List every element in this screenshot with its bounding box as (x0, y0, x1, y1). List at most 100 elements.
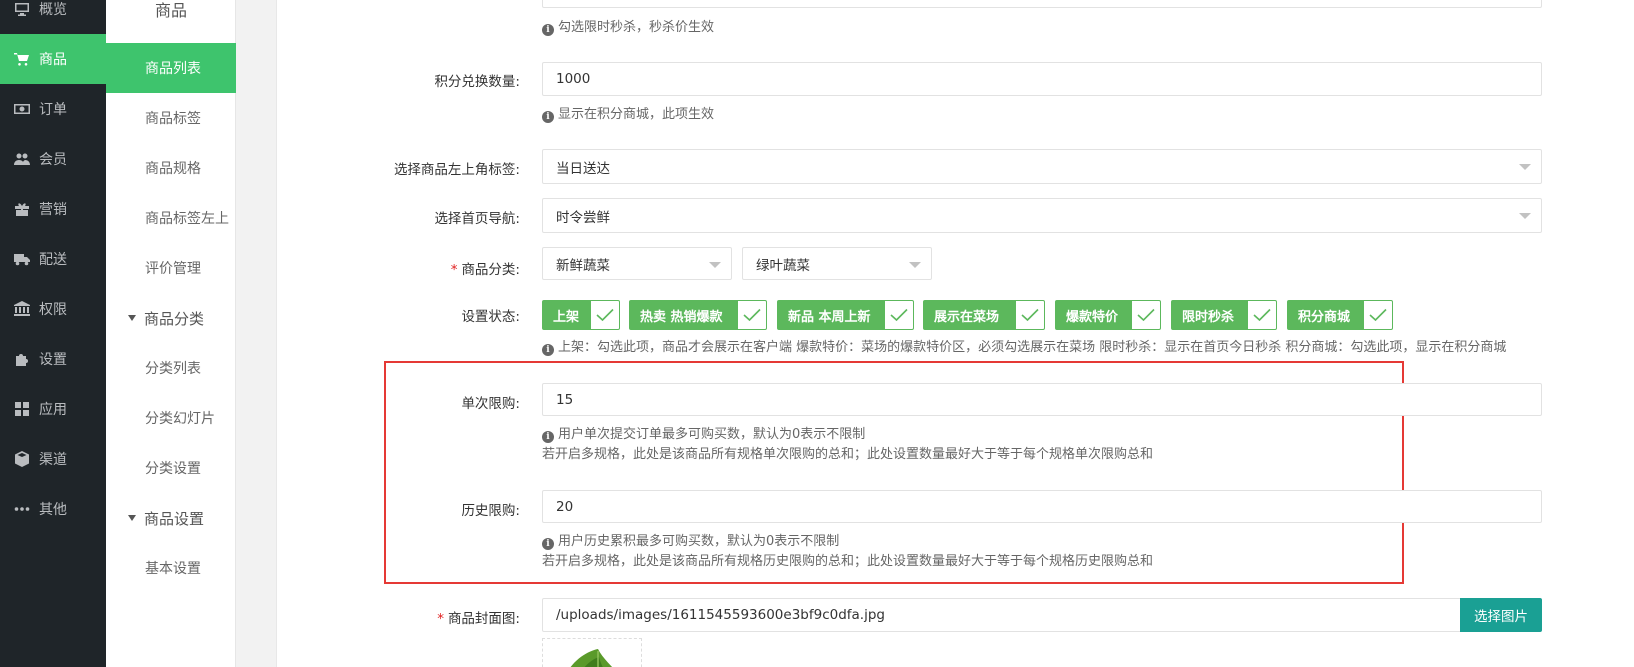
sidebar-item-marketing[interactable]: 营销 (0, 184, 106, 234)
points-input[interactable]: 1000 (542, 62, 1542, 96)
home-nav-value: 时令尝鲜 (556, 209, 610, 226)
status-tag[interactable]: 新品 本周上新 (777, 300, 914, 330)
vegetable-image-icon (570, 649, 613, 667)
info-icon: i (542, 344, 554, 356)
chevron-down-icon (909, 262, 921, 268)
sidebar-item-label: 营销 (39, 202, 67, 218)
info-icon: i (542, 431, 554, 443)
sidebar-item-channels[interactable]: 渠道 (0, 434, 106, 484)
apps-icon (13, 400, 31, 418)
sidebar-item-goods[interactable]: 商品 (0, 34, 106, 84)
sidebar-item-label: 设置 (39, 352, 67, 368)
single-limit-help-2: 若开启多规格，此处是该商品所有规格单次限购的总和；此处设置数量最好大于等于每个规… (542, 447, 1154, 462)
category-first-select[interactable]: 新鲜蔬菜 (542, 247, 732, 280)
cube-icon (13, 450, 31, 468)
status-tag-label: 展示在菜场 (924, 301, 1016, 329)
chevron-down-icon (709, 262, 721, 268)
submenu-item-category-slides[interactable]: 分类幻灯片 (106, 393, 236, 443)
truck-icon (13, 250, 31, 268)
users-icon (13, 150, 31, 168)
cover-path-input[interactable]: /uploads/images/1611545593600e3bf9c0dfa.… (542, 598, 1462, 632)
gift-icon (13, 200, 31, 218)
submenu-item-category-settings[interactable]: 分类设置 (106, 443, 236, 493)
submenu-item-basic-settings[interactable]: 基本设置 (106, 543, 236, 593)
checkmark-icon (885, 301, 913, 329)
caret-down-icon (128, 515, 136, 521)
caret-down-icon (128, 315, 136, 321)
sidebar-item-delivery[interactable]: 配送 (0, 234, 106, 284)
submenu-item-tag-topleft[interactable]: 商品标签左上 (106, 193, 236, 243)
history-limit-help-2: 若开启多规格，此处是该商品所有规格历史限购的总和；此处设置数量最好大于等于每个规… (542, 554, 1154, 569)
sidebar-item-permissions[interactable]: 权限 (0, 284, 106, 334)
status-tag-label: 新品 本周上新 (778, 301, 885, 329)
checkmark-icon (1132, 301, 1160, 329)
status-tag[interactable]: 展示在菜场 (923, 300, 1045, 330)
history-limit-label: 历史限购: (461, 503, 520, 519)
category-first-value: 新鲜蔬菜 (556, 257, 610, 274)
status-tag[interactable]: 积分商城 (1287, 300, 1393, 330)
cover-thumbnail[interactable] (542, 638, 642, 667)
sidebar-item-other[interactable]: 其他 (0, 484, 106, 534)
status-tag[interactable]: 热卖 热销爆款 (629, 300, 767, 330)
sidebar-item-settings[interactable]: 设置 (0, 334, 106, 384)
sidebar-item-label: 其他 (39, 502, 67, 518)
checkmark-icon (1016, 301, 1044, 329)
checkmark-icon (738, 301, 766, 329)
sidebar-item-label: 渠道 (39, 452, 67, 468)
category-label: * 商品分类: (450, 262, 520, 278)
status-tag-label: 限时秒杀 (1172, 301, 1248, 329)
submenu-item-goods-specs[interactable]: 商品规格 (106, 143, 236, 193)
submenu-item-goods-tags[interactable]: 商品标签 (106, 93, 236, 143)
single-limit-input[interactable]: 15 (542, 383, 1542, 416)
sidebar-item-label: 配送 (39, 252, 67, 268)
main-sidebar: 概览 商品 订单 会员 营销 配送 权限 设置 应用 渠道 其他 (0, 0, 106, 667)
chevron-down-icon (1519, 164, 1531, 170)
flash-help: i 勾选限时秒杀，秒杀价生效 (542, 18, 714, 38)
corner-tag-label: 选择商品左上角标签: (393, 162, 520, 178)
sidebar-item-label: 会员 (39, 152, 67, 168)
category-second-value: 绿叶蔬菜 (756, 257, 810, 274)
single-limit-help: i 用户单次提交订单最多可购买数，默认为0表示不限制 (542, 425, 865, 445)
submenu-title: 商品 (154, 1, 187, 20)
checkmark-icon (1364, 301, 1392, 329)
sidebar-item-overview[interactable]: 概览 (0, 0, 106, 34)
sidebar-item-members[interactable]: 会员 (0, 134, 106, 184)
submenu-group-label: 商品分类 (144, 309, 205, 328)
info-icon: i (542, 24, 554, 36)
info-icon: i (542, 111, 554, 123)
monitor-icon (13, 0, 31, 18)
money-icon (13, 100, 31, 118)
submenu-group-settings[interactable]: 商品设置 (106, 493, 236, 543)
home-nav-select[interactable]: 时令尝鲜 (542, 198, 1542, 233)
category-second-select[interactable]: 绿叶蔬菜 (742, 247, 932, 280)
sidebar-item-apps[interactable]: 应用 (0, 384, 106, 434)
sidebar-item-orders[interactable]: 订单 (0, 84, 106, 134)
sidebar-item-label: 权限 (39, 302, 67, 318)
select-image-button[interactable]: 选择图片 (1460, 598, 1542, 632)
submenu-group-category[interactable]: 商品分类 (106, 293, 236, 343)
required-mark: * (437, 611, 444, 627)
status-help: i 上架：勾选此项，商品才会展示在客户端 爆款特价：菜场的爆款特价区，必须勾选展示… (542, 338, 1506, 358)
status-tag[interactable]: 爆款特价 (1055, 300, 1161, 330)
status-tag-label: 上架 (543, 301, 591, 329)
submenu-item-category-list[interactable]: 分类列表 (106, 343, 236, 393)
cart-icon (13, 50, 31, 68)
submenu-group-label: 商品设置 (144, 509, 205, 528)
sidebar-item-label: 订单 (39, 102, 67, 118)
corner-tag-select[interactable]: 当日送达 (542, 149, 1542, 184)
status-tag[interactable]: 上架 (542, 300, 620, 330)
status-label: 设置状态: (461, 309, 520, 325)
sidebar-item-label: 概览 (39, 2, 67, 18)
submenu-item-reviews[interactable]: 评价管理 (106, 243, 236, 293)
submenu-item-goods-list[interactable]: 商品列表 (106, 43, 236, 93)
info-icon: i (542, 538, 554, 550)
bank-icon (13, 300, 31, 318)
status-tag[interactable]: 限时秒杀 (1171, 300, 1277, 330)
content-gutter (236, 0, 276, 667)
sidebar-item-label: 应用 (39, 402, 67, 418)
required-mark: * (450, 262, 458, 278)
history-limit-input[interactable]: 20 (542, 490, 1542, 523)
flash-price-input[interactable] (542, 0, 1542, 8)
home-nav-label: 选择首页导航: (434, 211, 520, 227)
checkmark-icon (591, 301, 619, 329)
